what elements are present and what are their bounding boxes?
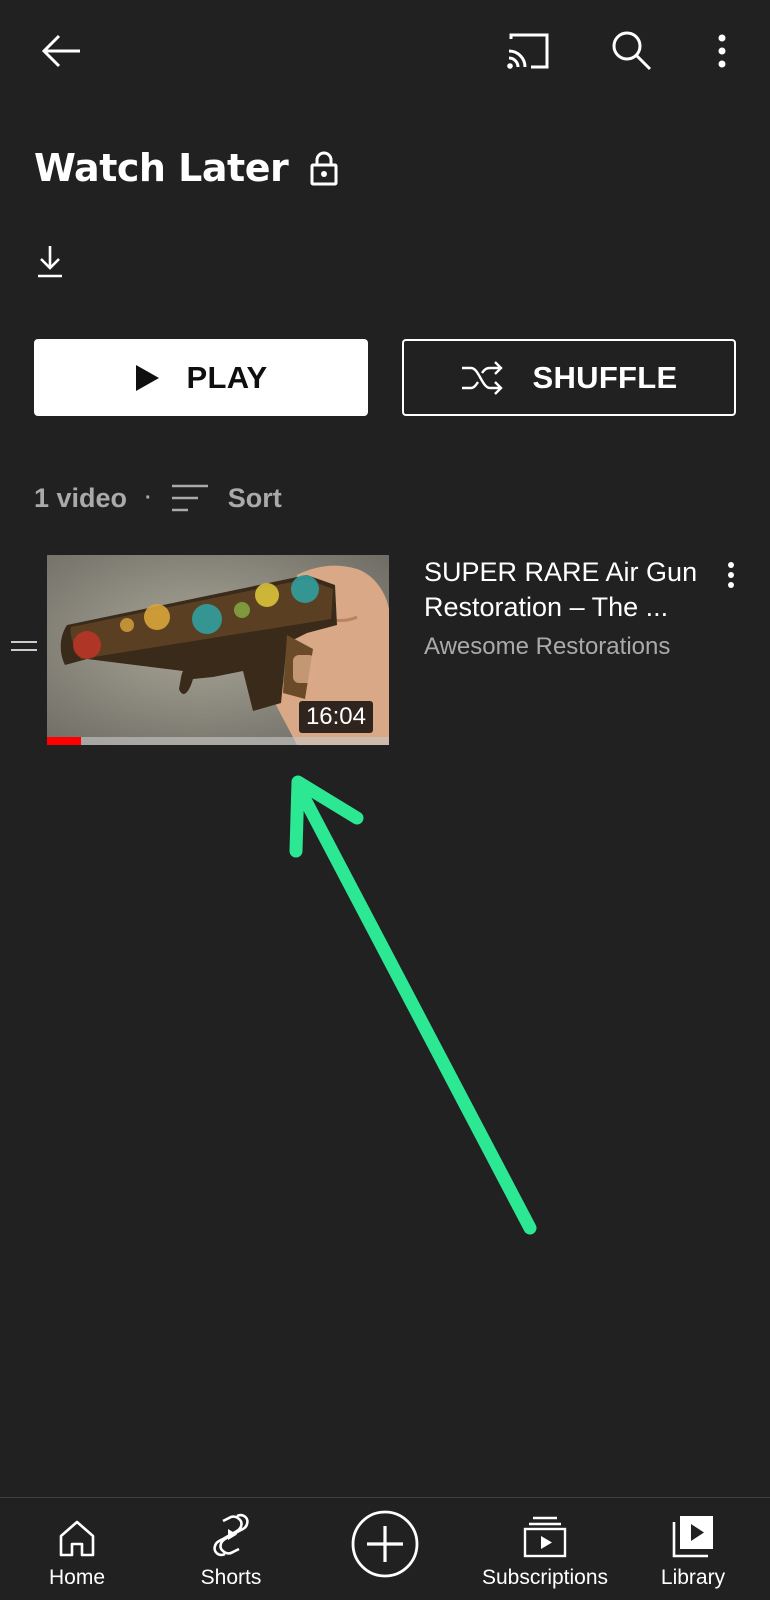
lock-icon: [310, 150, 338, 186]
top-app-bar: [0, 0, 770, 100]
annotation-arrow: [289, 775, 537, 1235]
video-thumbnail[interactable]: 16:04: [47, 555, 389, 745]
video-title[interactable]: SUPER RARE Air Gun Restoration – The ...: [424, 555, 714, 627]
bottom-navigation: Home Shorts Subscriptions Library: [0, 1497, 770, 1600]
playlist-header: Watch Later: [34, 138, 338, 198]
cast-icon[interactable]: [503, 28, 553, 74]
watch-later-screen: Watch Later PLAY SHUFFLE 1 video · Sort …: [0, 0, 770, 1600]
nav-shorts-label: Shorts: [200, 1566, 262, 1589]
shuffle-button[interactable]: SHUFFLE: [402, 339, 736, 416]
nav-home-label: Home: [48, 1566, 106, 1589]
page-title: Watch Later: [34, 146, 289, 190]
shuffle-icon: [460, 360, 506, 396]
play-icon: [134, 364, 160, 392]
sort-icon[interactable]: [170, 482, 210, 514]
video-count: 1 video: [34, 482, 128, 513]
download-icon[interactable]: [30, 240, 70, 282]
shuffle-label: SHUFFLE: [532, 359, 678, 395]
watch-progress-fill: [47, 737, 82, 745]
list-item[interactable]: 16:04 SUPER RARE Air Gun Restoration – T…: [0, 555, 770, 745]
create-plus-icon: [350, 1498, 420, 1590]
nav-subscriptions-label: Subscriptions: [481, 1566, 609, 1589]
subscriptions-icon: [523, 1498, 567, 1558]
more-vertical-icon[interactable]: [705, 30, 739, 72]
nav-shorts[interactable]: Shorts: [186, 1498, 276, 1600]
nav-library[interactable]: Library: [648, 1498, 738, 1600]
nav-create[interactable]: [347, 1498, 423, 1600]
home-icon: [57, 1498, 97, 1558]
nav-subscriptions[interactable]: Subscriptions: [470, 1498, 620, 1600]
drag-handle-icon[interactable]: [10, 639, 38, 651]
library-icon: [671, 1498, 715, 1558]
channel-name[interactable]: Awesome Restorations: [424, 633, 670, 661]
meta-separator: ·: [145, 486, 152, 509]
arrow-left-icon[interactable]: [36, 30, 86, 72]
shorts-icon: [211, 1498, 251, 1558]
video-duration: 16:04: [298, 701, 373, 733]
search-icon[interactable]: [607, 28, 657, 74]
watch-progress-track: [47, 737, 389, 745]
play-all-button[interactable]: PLAY: [34, 339, 368, 416]
playlist-meta: 1 video · Sort: [34, 476, 282, 520]
play-all-label: PLAY: [186, 359, 268, 395]
nav-library-label: Library: [660, 1566, 726, 1589]
nav-home[interactable]: Home: [32, 1498, 122, 1600]
video-more-icon[interactable]: [716, 557, 746, 593]
sort-button[interactable]: Sort: [228, 483, 282, 514]
